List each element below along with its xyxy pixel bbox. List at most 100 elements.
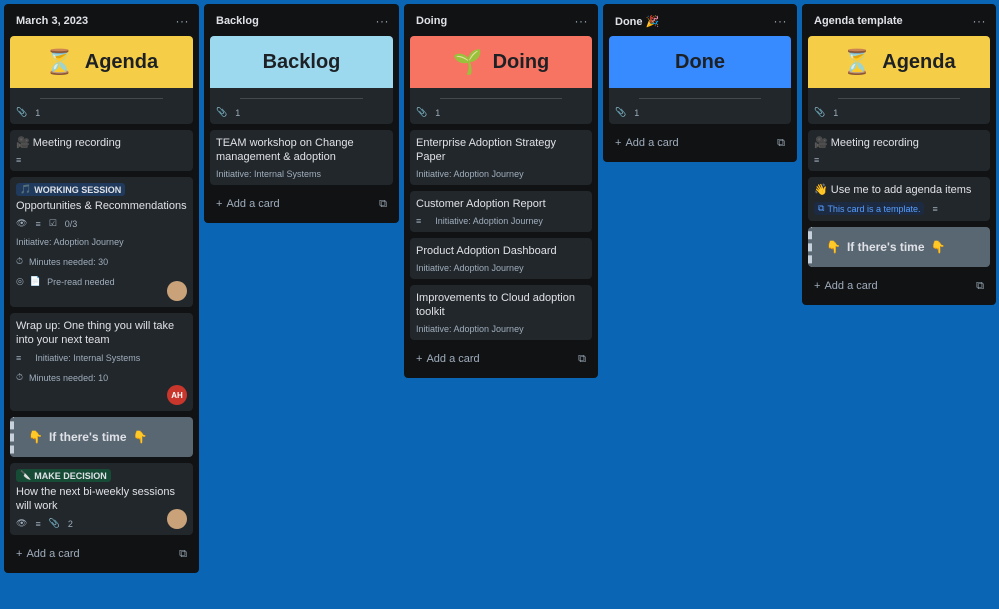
list-menu-icon[interactable]: ···: [774, 14, 788, 28]
attachment-count: 1: [235, 107, 241, 118]
card-cover: 🌱 Doing: [410, 36, 592, 88]
list-title[interactable]: Doing: [416, 15, 447, 27]
template-icon: ⧉: [818, 203, 825, 213]
plus-icon: +: [16, 548, 23, 560]
description-icon: ≡: [814, 155, 820, 165]
list-title[interactable]: March 3, 2023: [16, 15, 88, 27]
card-use-me[interactable]: 👋 Use me to add agenda items ⧉ This card…: [808, 177, 990, 221]
list-header[interactable]: March 3, 2023 ···: [10, 10, 193, 32]
card-opportunities[interactable]: 🎵 WORKING SESSION Opportunities & Recomm…: [10, 177, 193, 307]
point-down-icon: 👇: [132, 430, 148, 444]
template-icon[interactable]: ⧉: [777, 137, 785, 150]
description-icon: ≡: [932, 203, 938, 214]
label-make-decision: 🔪 MAKE DECISION: [16, 469, 111, 482]
list-agenda-template: Agenda template ··· ⏳ Agenda 📎 1 🎥 Meeti…: [802, 4, 996, 305]
attachment-icon: 📎: [216, 107, 228, 117]
cover-title: Done: [675, 50, 725, 73]
attachment-icon: 📎: [16, 107, 28, 117]
eye-icon: 👁: [16, 518, 28, 528]
cover-card-agenda[interactable]: ⏳ Agenda 📎 1: [10, 36, 193, 124]
list-menu-icon[interactable]: ···: [176, 14, 190, 28]
list-title[interactable]: Agenda template: [814, 15, 903, 27]
cover-card-backlog[interactable]: Backlog 📎 1: [210, 36, 393, 124]
badges: ⧉ This card is a template. ≡: [814, 202, 984, 215]
avatar[interactable]: [167, 281, 187, 301]
check-circle-icon: ◎: [16, 276, 24, 286]
description-icon: ≡: [16, 353, 22, 363]
attachment-icon: 📎: [615, 107, 627, 117]
list-menu-icon[interactable]: ···: [973, 14, 987, 28]
add-card-button[interactable]: + Add a card ⧉: [10, 541, 193, 567]
card-title: Wrap up: One thing you will take into yo…: [16, 320, 175, 346]
party-popper-icon: 🎉: [645, 15, 660, 28]
hourglass-icon: ⏳: [44, 48, 75, 76]
card-title: Improvements to Cloud adoption toolkit: [416, 292, 575, 318]
cover-card-agenda[interactable]: ⏳ Agenda 📎 1: [808, 36, 990, 124]
template-icon[interactable]: ⧉: [179, 548, 187, 561]
avatar[interactable]: [167, 509, 187, 529]
point-down-icon: 👇: [28, 430, 43, 444]
description-icon: ≡: [35, 518, 41, 529]
attachment-icon: 📎: [48, 518, 60, 528]
minutes-needed: ⏱ Minutes needed: 10: [16, 372, 187, 383]
description-icon: ≡: [35, 218, 41, 229]
stopwatch-icon: ⏱: [16, 256, 24, 266]
card-product-adoption[interactable]: Product Adoption Dashboard Initiative: A…: [410, 238, 592, 279]
cover-title: Doing: [492, 50, 550, 73]
card-team-workshop[interactable]: TEAM workshop on Change management & ado…: [210, 130, 393, 185]
point-down-icon: 👇: [930, 240, 946, 254]
card-title: 🎥 Meeting recording: [16, 136, 187, 150]
list-header[interactable]: Backlog ···: [210, 10, 393, 32]
initiative: Initiative: Adoption Journey: [416, 324, 524, 334]
card-body: 🎥 Meeting recording ≡: [808, 130, 990, 171]
card-customer-adoption[interactable]: Customer Adoption Report ≡ Initiative: A…: [410, 191, 592, 232]
initiative: ≡ Initiative: Adoption Journey: [416, 216, 586, 226]
badges: 📎 1: [410, 99, 592, 124]
card-cloud-toolkit[interactable]: Improvements to Cloud adoption toolkit I…: [410, 285, 592, 340]
list-title[interactable]: Done 🎉: [615, 15, 659, 28]
card-title: TEAM workshop on Change management & ado…: [216, 137, 354, 163]
template-icon[interactable]: ⧉: [976, 280, 984, 293]
card-body: 🎥 Meeting recording ≡: [10, 130, 193, 171]
card-title: How the next bi-weekly sessions will wor…: [16, 486, 175, 512]
plus-icon: +: [216, 198, 223, 210]
initiative-text: Initiative: Adoption Journey: [435, 216, 543, 226]
plus-icon: +: [416, 353, 423, 365]
initiative: Initiative: Adoption Journey: [416, 169, 524, 179]
card-meeting-recording[interactable]: 🎥 Meeting recording ≡: [808, 130, 990, 171]
add-card-button[interactable]: + Add a card ⧉: [808, 273, 990, 299]
card-enterprise-adoption[interactable]: Enterprise Adoption Strategy Paper Initi…: [410, 130, 592, 185]
list-header[interactable]: Agenda template ···: [808, 10, 990, 32]
avatar[interactable]: AH: [167, 385, 187, 405]
card-wrap-up[interactable]: Wrap up: One thing you will take into yo…: [10, 313, 193, 411]
cover-card-done[interactable]: Done 📎 1: [609, 36, 791, 124]
list-menu-icon[interactable]: ···: [575, 14, 589, 28]
list-header[interactable]: Done 🎉 ···: [609, 10, 791, 32]
cover-card-doing[interactable]: 🌱 Doing 📎 1: [410, 36, 592, 124]
list-title[interactable]: Backlog: [216, 15, 259, 27]
card-body: Customer Adoption Report ≡ Initiative: A…: [410, 191, 592, 232]
eye-icon: 👁: [16, 218, 28, 228]
list-backlog: Backlog ··· Backlog 📎 1 TEAM workshop on…: [204, 4, 399, 223]
attachment-icon: 📎: [814, 107, 826, 117]
badges: ≡: [16, 155, 187, 165]
list-menu-icon[interactable]: ···: [376, 14, 390, 28]
list-header[interactable]: Doing ···: [410, 10, 592, 32]
card-meeting-recording[interactable]: 🎥 Meeting recording ≡: [10, 130, 193, 171]
card-make-decision[interactable]: 🔪 MAKE DECISION How the next bi-weekly s…: [10, 463, 193, 535]
minutes-needed: ⏱ Minutes needed: 30: [16, 256, 187, 267]
template-icon[interactable]: ⧉: [578, 353, 586, 366]
add-card-button[interactable]: + Add a card ⧉: [609, 130, 791, 156]
card-if-theres-time[interactable]: 👇 If there's time 👇: [10, 417, 193, 457]
cover-title: Agenda: [882, 50, 956, 73]
card-title: If there's time: [48, 430, 127, 444]
label-text: MAKE DECISION: [34, 470, 107, 481]
card-if-theres-time[interactable]: 👇 If there's time 👇: [808, 227, 990, 267]
music-icon: 🎵: [20, 184, 32, 194]
add-card-button[interactable]: + Add a card ⧉: [210, 191, 393, 217]
attachment-count: 1: [35, 107, 41, 118]
template-icon[interactable]: ⧉: [379, 198, 387, 211]
cover-title: Agenda: [84, 50, 159, 73]
add-card-button[interactable]: + Add a card ⧉: [410, 346, 592, 372]
card-body: TEAM workshop on Change management & ado…: [210, 130, 393, 185]
